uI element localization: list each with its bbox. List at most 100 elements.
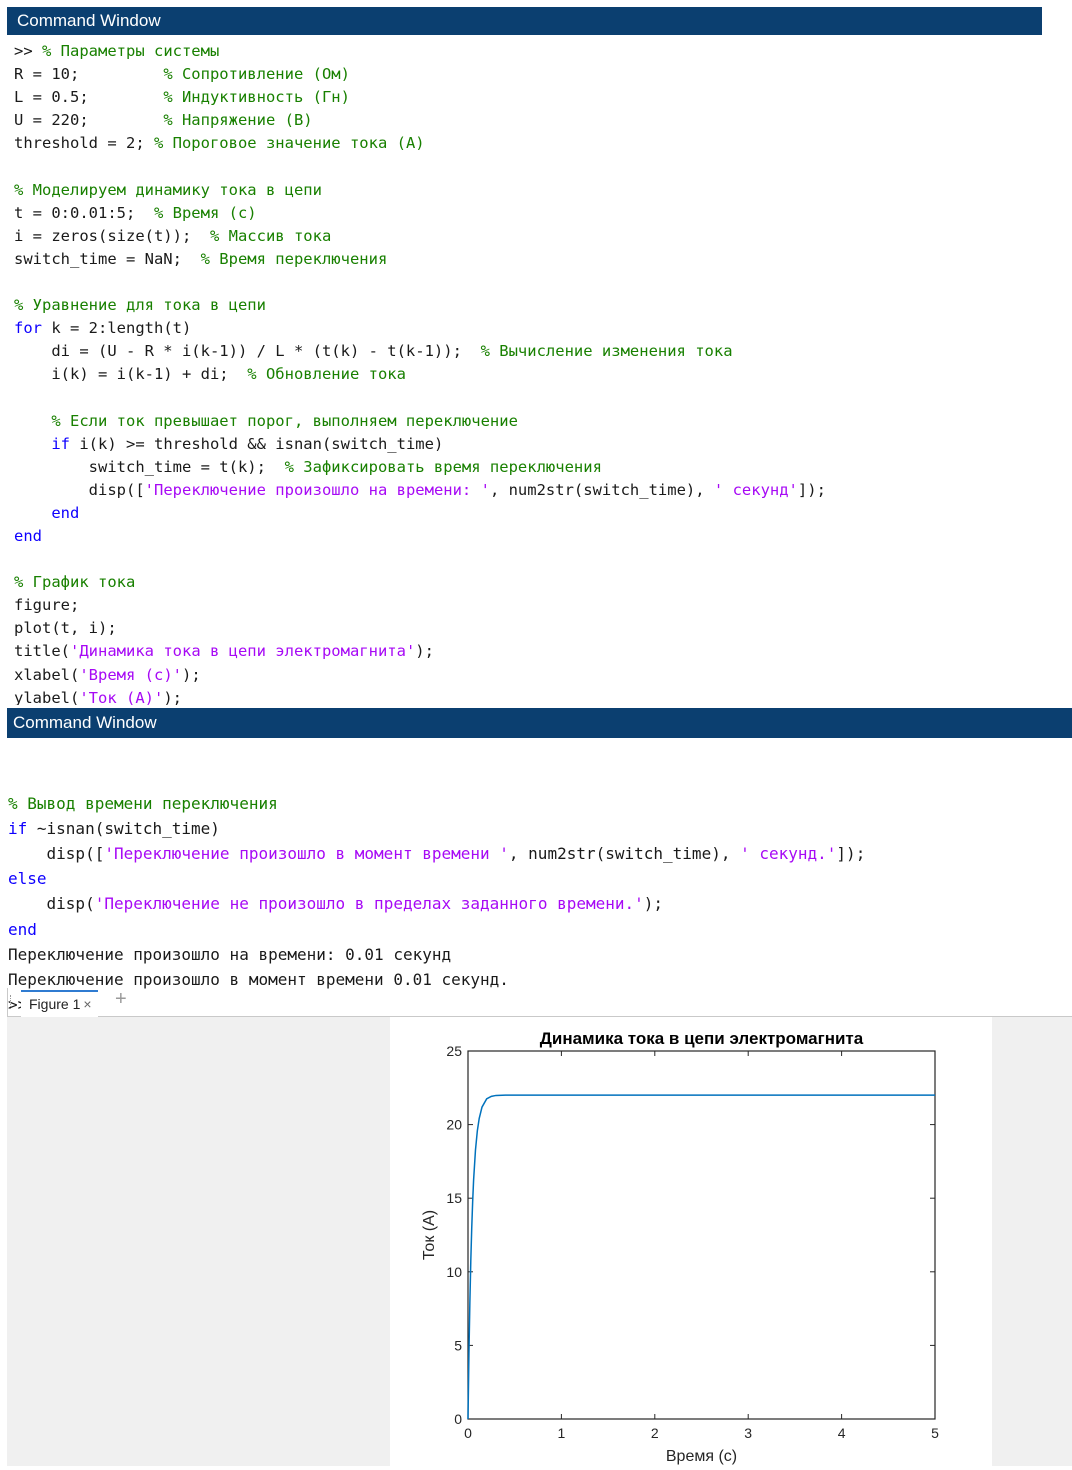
x-tick-label: 1 — [558, 1425, 566, 1441]
command-window-title-2: Command Window — [13, 713, 157, 732]
code-string: ' секунд' — [713, 480, 798, 499]
code-keyword: if — [51, 434, 70, 453]
code-text: threshold = 2; — [14, 134, 154, 153]
code-comment: % Вычисление изменения тока — [480, 342, 733, 361]
code-text: i = zeros(size(t)); — [14, 226, 210, 245]
x-tick-label: 0 — [464, 1425, 472, 1441]
code-text: ]); — [797, 480, 826, 499]
command-window-input[interactable]: % Вывод времени переключения if ~isnan(sw… — [8, 766, 865, 1017]
code-string: 'Переключение произошло в момент времени… — [104, 844, 509, 864]
code-line: end — [14, 502, 1054, 525]
code-line: i = zeros(size(t)); % Массив тока — [14, 225, 1054, 248]
code-text: L = 0.5; — [14, 88, 164, 107]
y-tick-label: 15 — [446, 1190, 462, 1206]
code-line: t = 0:0.01:5; % Время (с) — [14, 202, 1054, 225]
y-tick-label: 25 — [446, 1043, 462, 1059]
code-text: ); — [415, 642, 434, 661]
code-line: ylabel('Ток (А)'); — [14, 687, 1054, 705]
code-comment: % Сопротивление (Ом) — [163, 65, 350, 84]
code-comment: % Если ток превышает порог, выполняем пе… — [14, 411, 518, 430]
tab-grip-icon[interactable] — [10, 995, 14, 1009]
code-text: switch_time = NaN; — [14, 249, 201, 268]
code-text: Переключение произошло на времени: 0.01 … — [8, 944, 452, 964]
code-line: xlabel('Время (с)'); — [14, 664, 1054, 687]
code-line: % График тока — [14, 571, 1054, 594]
code-comment: % Напряжение (В) — [163, 111, 313, 130]
y-tick-label: 10 — [446, 1264, 462, 1280]
x-tick-label: 4 — [838, 1425, 846, 1441]
code-line: >> % Параметры системы — [14, 40, 1054, 63]
code-string: 'Время (с)' — [79, 665, 182, 684]
code-comment: % Время (с) — [153, 203, 257, 222]
code-line: Переключение произошло на времени: 0.01 … — [8, 942, 865, 967]
code-comment: % Индуктивность (Гн) — [163, 88, 350, 107]
code-text: Переключение произошло в момент времени … — [8, 969, 509, 989]
code-keyword: end — [51, 503, 80, 522]
code-line: if i(k) >= threshold && isnan(switch_tim… — [14, 433, 1054, 456]
code-line: di = (U - R * i(k-1)) / L * (t(k) - t(k-… — [14, 340, 1054, 363]
code-text: i(k) = i(k-1) + di; — [14, 365, 248, 384]
code-text: xlabel( — [14, 665, 80, 684]
tab-figure-1[interactable]: Figure 1 × — [21, 990, 98, 1017]
code-text: i(k) >= threshold && isnan(switch_time) — [70, 434, 444, 453]
y-axis-label: Ток (А) — [421, 1210, 438, 1260]
code-line: disp('Переключение не произошло в предел… — [8, 891, 865, 916]
code-text: ); — [181, 665, 201, 684]
code-string: 'Динамика тока в цепи электромагнита' — [70, 642, 416, 661]
code-line: end — [8, 917, 865, 942]
code-line: switch_time = NaN; % Время переключения — [14, 248, 1054, 271]
code-text: , num2str(switch_time), — [508, 844, 741, 864]
code-line: switch_time = t(k); % Зафиксировать врем… — [14, 456, 1054, 479]
code-keyword: if — [8, 819, 28, 839]
code-keyword: end — [14, 526, 42, 545]
code-keyword: end — [8, 919, 37, 939]
code-line: title('Динамика тока в цепи электромагни… — [14, 640, 1054, 663]
code-text: R = 10; — [14, 65, 164, 84]
plot-axes-box — [467, 1050, 936, 1420]
add-tab-icon[interactable]: + — [115, 988, 127, 1011]
y-tick-label: 0 — [454, 1411, 462, 1427]
code-comment: % Время переключения — [200, 249, 388, 268]
code-line: % Моделируем динамику тока в цепи — [14, 179, 1054, 202]
code-string: 'Ток (А)' — [79, 688, 164, 705]
code-text: disp([ — [14, 480, 145, 499]
x-axis-label: Время (с) — [666, 1448, 737, 1465]
code-line: U = 220; % Напряжение (В) — [14, 109, 1054, 132]
command-window-title: Command Window — [17, 11, 161, 30]
close-icon[interactable]: × — [83, 996, 91, 1012]
figure-canvas[interactable]: 0 1 2 3 4 5 0 5 10 15 20 25 Динамика тока в цепи эле… — [390, 1017, 992, 1466]
code-line: else — [8, 866, 865, 891]
current-plot: 0 1 2 3 4 5 0 5 10 15 20 25 Динамика тока в цепи эле… — [421, 1029, 939, 1465]
code-text: title( — [14, 642, 70, 661]
code-comment: % Обновление тока — [247, 365, 406, 384]
command-window-history[interactable]: >> % Параметры системы R = 10; % Сопротив… — [14, 40, 1054, 705]
code-line: if ~isnan(switch_time) — [8, 816, 865, 841]
code-text: switch_time = t(k); — [14, 457, 285, 476]
x-tick-label: 2 — [651, 1425, 659, 1441]
code-comment: % Вывод времени переключения — [8, 794, 278, 814]
command-window-title-bar-2: Command Window — [7, 708, 1072, 738]
code-text: U = 220; — [14, 111, 164, 130]
code-text: ~isnan(switch_time) — [27, 819, 220, 839]
code-string: 'Переключение не произошло в пределах за… — [94, 894, 644, 914]
code-text: plot(t, i); — [14, 619, 117, 638]
command-window-title-bar: Command Window — [7, 7, 1042, 35]
x-tick-label: 3 — [744, 1425, 752, 1441]
code-text: ); — [643, 894, 664, 914]
code-comment: % Пороговое значение тока (А) — [153, 134, 425, 153]
code-line: % Уравнение для тока в цепи — [14, 294, 1054, 317]
code-keyword: else — [8, 869, 47, 889]
y-tick-label: 20 — [446, 1117, 462, 1133]
code-text: ]); — [836, 844, 866, 864]
code-comment: % График тока — [14, 573, 136, 592]
code-comment: % Моделируем динамику тока в цепи — [14, 180, 322, 199]
tab-figure-1-label: Figure 1 — [29, 996, 81, 1012]
code-comment: % Массив тока — [209, 226, 332, 245]
code-line: end — [14, 525, 1054, 548]
